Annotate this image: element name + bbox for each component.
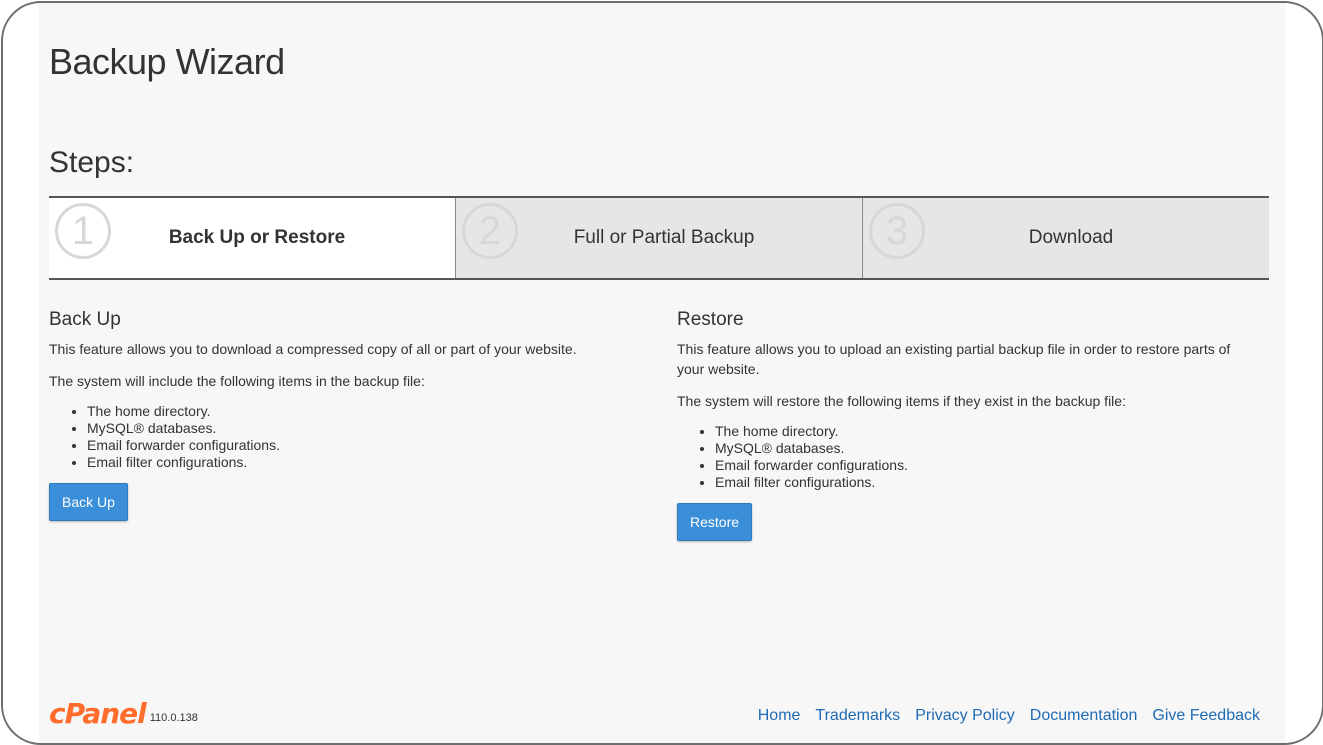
step-3-number-icon: 3 — [869, 203, 925, 259]
footer-link-home[interactable]: Home — [758, 707, 801, 725]
list-item: Email forwarder configurations. — [87, 437, 629, 454]
restore-list-intro: The system will restore the following it… — [677, 393, 1126, 409]
backup-heading: Back Up — [49, 309, 121, 330]
restore-heading: Restore — [677, 309, 744, 330]
list-item: The home directory. — [715, 423, 1257, 440]
list-item: Email filter configurations. — [715, 474, 1257, 491]
restore-items-list: The home directory. MySQL® databases. Em… — [677, 423, 1257, 491]
step-2-label: Full or Partial Backup — [573, 227, 755, 248]
step-2-number-icon: 2 — [462, 203, 518, 259]
list-item: MySQL® databases. — [715, 440, 1257, 457]
page-title: Backup Wizard — [49, 41, 285, 82]
footer-link-privacy-policy[interactable]: Privacy Policy — [915, 707, 1015, 725]
backup-section: Back Up This feature allows you to downl… — [49, 303, 629, 521]
steps-heading: Steps: — [49, 146, 135, 179]
steps-bar: 1 Back Up or Restore 2 Full or Partial B… — [49, 196, 1269, 280]
backup-description: This feature allows you to download a co… — [49, 341, 577, 357]
footer-link-give-feedback[interactable]: Give Feedback — [1152, 707, 1260, 725]
step-1: 1 Back Up or Restore — [49, 198, 455, 278]
restore-section: Restore This feature allows you to uploa… — [677, 303, 1257, 541]
step-3-label: Download — [1028, 227, 1114, 248]
backup-list-intro: The system will include the following it… — [49, 373, 425, 389]
step-1-number-icon: 1 — [55, 203, 111, 259]
back-up-button[interactable]: Back Up — [49, 483, 128, 521]
cpanel-logo[interactable]: cPanel — [49, 700, 147, 728]
list-item: The home directory. — [87, 403, 629, 420]
step-2: 2 Full or Partial Backup — [455, 198, 862, 278]
step-1-label: Back Up or Restore — [168, 227, 346, 248]
restore-description: This feature allows you to upload an exi… — [677, 341, 1231, 377]
step-3: 3 Download — [862, 198, 1269, 278]
footer-link-trademarks[interactable]: Trademarks — [815, 707, 900, 725]
restore-button[interactable]: Restore — [677, 503, 753, 541]
footer-link-documentation[interactable]: Documentation — [1030, 707, 1138, 725]
list-item: Email forwarder configurations. — [715, 457, 1257, 474]
list-item: Email filter configurations. — [87, 454, 629, 471]
screenshot-frame: Backup Wizard Steps: 1 Back Up or Restor… — [1, 1, 1323, 745]
footer-links: Home Trademarks Privacy Policy Documenta… — [758, 707, 1260, 725]
footer-branding: cPanel 110.0.138 — [49, 698, 198, 728]
backup-wizard-page: Backup Wizard Steps: 1 Back Up or Restor… — [39, 3, 1285, 743]
version-number: 110.0.138 — [149, 712, 198, 724]
backup-items-list: The home directory. MySQL® databases. Em… — [49, 403, 629, 471]
list-item: MySQL® databases. — [87, 420, 629, 437]
